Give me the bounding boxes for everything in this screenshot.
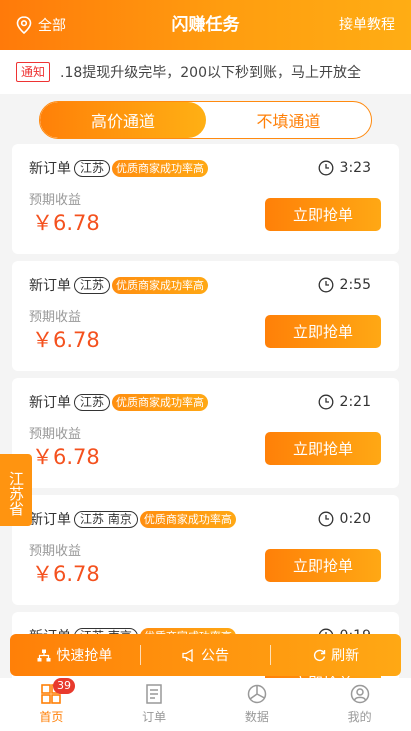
merchant-quality-badge: 优质商家成功率高 <box>112 276 209 294</box>
order-time: 0:20 <box>339 511 371 527</box>
order-timer: 2:55 <box>318 275 371 295</box>
location-label: 全部 <box>38 18 66 34</box>
order-title-row: 新订单 江苏 优质商家成功率高 <box>29 275 209 295</box>
home-count-badge: 39 <box>53 678 75 694</box>
tabbar-label-data: 数据 <box>244 710 269 724</box>
clock-icon <box>318 394 333 410</box>
grab-order-button[interactable]: 立即抢单 <box>265 198 381 231</box>
notice-bar: 通知 .18提现升级完毕，200以下秒到账，马上开放全 <box>0 50 411 94</box>
order-title: 新订单 <box>29 512 71 528</box>
action-bar: 快速抢单 公告 刷新 <box>10 634 401 676</box>
megaphone-icon <box>182 648 193 662</box>
tab-no-fill[interactable]: 不填通道 <box>206 102 371 138</box>
tabbar-item-mine[interactable]: 我的 <box>308 678 411 731</box>
header-bar: 全部 闪赚任务 接单教程 <box>0 0 411 50</box>
sitemap-icon <box>37 649 51 661</box>
merchant-quality-badge: 优质商家成功率高 <box>112 159 209 177</box>
order-time: 2:21 <box>339 394 371 410</box>
order-time: 2:55 <box>339 277 371 293</box>
merchant-quality-badge: 优质商家成功率高 <box>139 510 236 528</box>
order-title: 新订单 <box>29 161 71 177</box>
grab-order-button[interactable]: 立即抢单 <box>265 315 381 348</box>
merchant-quality-badge: 优质商家成功率高 <box>112 393 209 411</box>
notice-marquee-text[interactable]: .18提现升级完毕，200以下秒到账，马上开放全 <box>60 62 390 82</box>
order-title-row: 新订单 江苏 优质商家成功率高 <box>29 392 209 412</box>
expected-income-label: 预期收益 <box>29 544 82 559</box>
announcement-button[interactable]: 公告 <box>141 634 271 676</box>
refresh-button[interactable]: 刷新 <box>271 634 401 676</box>
order-region-tag: 江苏 <box>74 159 111 177</box>
order-region-tag: 江苏 <box>74 393 111 411</box>
quick-grab-button[interactable]: 快速抢单 <box>10 634 140 676</box>
tabbar-label-mine: 我的 <box>347 710 372 724</box>
order-region-tag: 江苏 南京 <box>74 510 138 528</box>
expected-income-amount: ￥6.78 <box>32 562 100 586</box>
refresh-icon <box>314 649 326 661</box>
user-icon <box>350 684 369 704</box>
order-timer: 2:21 <box>318 392 371 412</box>
tab-high-price[interactable]: 高价通道 <box>40 102 206 138</box>
channel-tabs: 高价通道 不填通道 <box>39 101 372 139</box>
bottom-tabbar: 39 首页 订单 数据 我的 <box>0 678 411 731</box>
location-selector[interactable]: 全部 <box>16 0 66 50</box>
order-title-row: 新订单江苏 南京优质商家成功率高 <box>29 509 236 529</box>
tabbar-item-home[interactable]: 39 首页 <box>0 678 103 731</box>
refresh-label: 刷新 <box>331 648 360 664</box>
order-title: 新订单 <box>29 395 71 411</box>
clock-icon <box>318 160 333 176</box>
tabbar-item-data[interactable]: 数据 <box>206 678 309 731</box>
grab-order-button[interactable]: 立即抢单 <box>265 549 381 582</box>
pie-chart-icon <box>247 684 267 704</box>
clock-icon <box>318 511 333 527</box>
expected-income-label: 预期收益 <box>29 193 82 208</box>
notice-tag: 通知 <box>16 62 51 82</box>
expected-income-label: 预期收益 <box>29 310 82 325</box>
tabbar-item-orders[interactable]: 订单 <box>103 678 206 731</box>
expected-income-label: 预期收益 <box>29 427 82 442</box>
grab-order-button[interactable]: 立即抢单 <box>265 432 381 465</box>
tutorial-link[interactable]: 接单教程 <box>339 0 395 50</box>
expected-income-amount: ￥6.78 <box>32 445 100 469</box>
order-time: 3:23 <box>339 160 371 176</box>
order-title: 新订单 <box>29 278 71 294</box>
order-card: 新订单 江苏 优质商家成功率高 2:21 预期收益 ￥6.78 立即抢单 <box>12 378 399 488</box>
announcement-label: 公告 <box>201 648 229 664</box>
order-card: 新订单 江苏 优质商家成功率高 2:55 预期收益 ￥6.78 立即抢单 <box>12 261 399 371</box>
expected-income-amount: ￥6.78 <box>32 328 100 352</box>
tabbar-label-orders: 订单 <box>142 710 167 724</box>
order-card: 新订单 江苏 优质商家成功率高 3:23 预期收益 ￥6.78 立即抢单 <box>12 144 399 254</box>
order-card: 新订单 江苏 南京 优质商家成功率高 0:20 预期收益 ￥6.78 立即抢单 <box>12 495 399 605</box>
tabbar-label-home: 首页 <box>39 710 64 724</box>
clock-icon <box>318 277 333 293</box>
expected-income-amount: ￥6.78 <box>32 211 100 235</box>
order-title-row: 新订单 江苏 优质商家成功率高 <box>29 158 209 178</box>
location-pin-icon <box>16 16 32 34</box>
province-tag[interactable]: 江苏省 <box>0 454 32 526</box>
order-region-tag: 江苏 <box>74 276 111 294</box>
order-timer: 3:23 <box>318 158 371 178</box>
quick-grab-label: 快速抢单 <box>56 648 113 664</box>
order-list-icon <box>146 684 162 704</box>
order-timer: 0:20 <box>318 509 371 529</box>
